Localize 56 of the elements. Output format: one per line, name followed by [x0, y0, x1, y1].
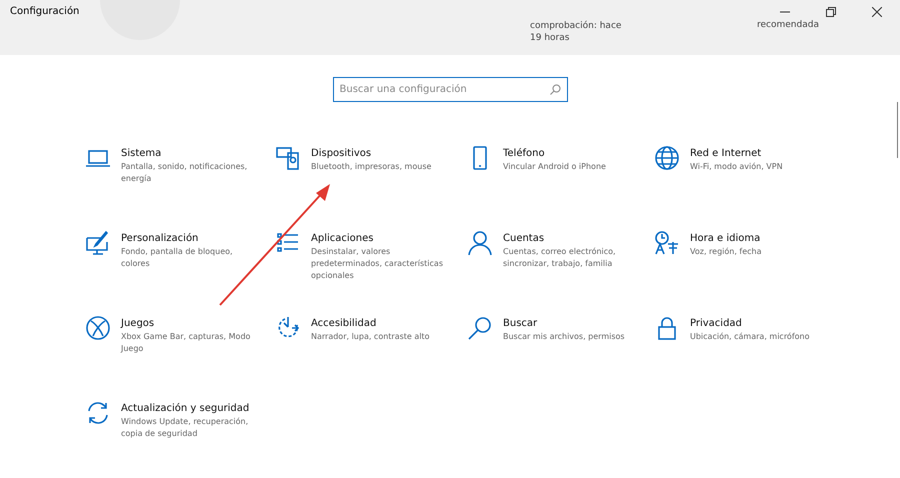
category-title: Privacidad	[690, 317, 743, 331]
category-description: Cuentas, correo electrónico, sincronizar, trabajo, familia	[503, 246, 617, 270]
category-title: Dispositivos	[311, 147, 372, 161]
category-title: Red e Internet	[690, 147, 762, 161]
settings-category[interactable]: Accesibilidad Narrador, lupa, contraste alto	[275, 315, 467, 400]
search-icon	[550, 84, 560, 95]
settings-category[interactable]: Dispositivos Bluetooth, impresoras, mouse	[275, 145, 467, 230]
update-status-text: comprobación: hace	[530, 20, 622, 32]
category-title: Buscar	[503, 317, 538, 331]
category-description: Windows Update, recuperación, copia de seguridad	[121, 416, 250, 440]
search-icon	[467, 315, 493, 341]
settings-category[interactable]: Red e Internet Wi-Fi, modo avión, VPN	[654, 145, 854, 230]
category-description: Voz, región, fecha	[690, 246, 763, 258]
brush-icon	[85, 230, 111, 256]
category-title: Sistema	[121, 147, 162, 161]
game-icon	[85, 315, 111, 341]
settings-category[interactable]: Juegos Xbox Game Bar, capturas, Modo Juego	[85, 315, 275, 400]
category-title: Cuentas	[503, 232, 546, 246]
restore-icon	[826, 7, 836, 17]
category-description: Vincular Android o iPhone	[503, 161, 607, 173]
category-description: Narrador, lupa, contraste alto	[311, 331, 431, 343]
category-title: Personalización	[121, 232, 200, 246]
person-icon	[467, 230, 493, 256]
window-title: Configuración	[10, 6, 80, 17]
category-title: Juegos	[121, 317, 156, 331]
category-description: Fondo, pantalla de bloqueo, colores	[121, 246, 234, 270]
category-description: Desinstalar, valores predeterminados, características opcionales	[311, 246, 444, 282]
category-description: Pantalla, sonido, notificaciones, energía	[121, 161, 248, 185]
category-title: Aplicaciones	[311, 232, 374, 246]
update-status-text: 19 horas	[530, 32, 570, 44]
settings-category[interactable]: Teléfono Vincular Android o iPhone	[467, 145, 654, 230]
settings-category[interactable]: Buscar Buscar mis archivos, permisos	[467, 315, 654, 400]
category-title: Actualización y seguridad	[121, 402, 250, 416]
sync-icon	[85, 400, 111, 426]
settings-category[interactable]: Personalización Fondo, pantalla de bloqueo, colores	[85, 230, 275, 315]
category-title: Accesibilidad	[311, 317, 378, 331]
settings-category[interactable]: Aplicaciones Desinstalar, valores predeterminados, características opcionales	[275, 230, 467, 315]
globe-icon	[654, 145, 680, 171]
settings-category[interactable]: Sistema Pantalla, sonido, notificaciones, energía	[85, 145, 275, 230]
clock-language-icon	[654, 230, 680, 256]
category-title: Teléfono	[503, 147, 546, 161]
settings-category[interactable]: Actualización y seguridad Windows Update, recuperación, copia de seguridad	[85, 400, 275, 478]
settings-category[interactable]: Hora e idioma Voz, región, fecha	[654, 230, 854, 315]
category-description: Bluetooth, impresoras, mouse	[311, 161, 432, 173]
close-icon	[872, 7, 882, 17]
settings-category[interactable]: Cuentas Cuentas, correo electrónico, sincronizar, trabajo, familia	[467, 230, 654, 315]
search-field[interactable]: Buscar una configuración	[332, 77, 568, 102]
category-description: Buscar mis archivos, permisos	[503, 331, 626, 343]
category-description: Wi-Fi, modo avión, VPN	[690, 161, 784, 173]
settings-category[interactable]: Privacidad Ubicación, cámara, micrófono	[654, 315, 854, 400]
scrollbar[interactable]	[896, 102, 898, 158]
category-title: Hora e idioma	[690, 232, 762, 246]
devices-icon	[275, 145, 301, 171]
recommended-text: recomendada	[757, 20, 819, 30]
category-description: Ubicación, cámara, micrófono	[690, 331, 810, 343]
category-description: Xbox Game Bar, capturas, Modo Juego	[121, 331, 252, 355]
